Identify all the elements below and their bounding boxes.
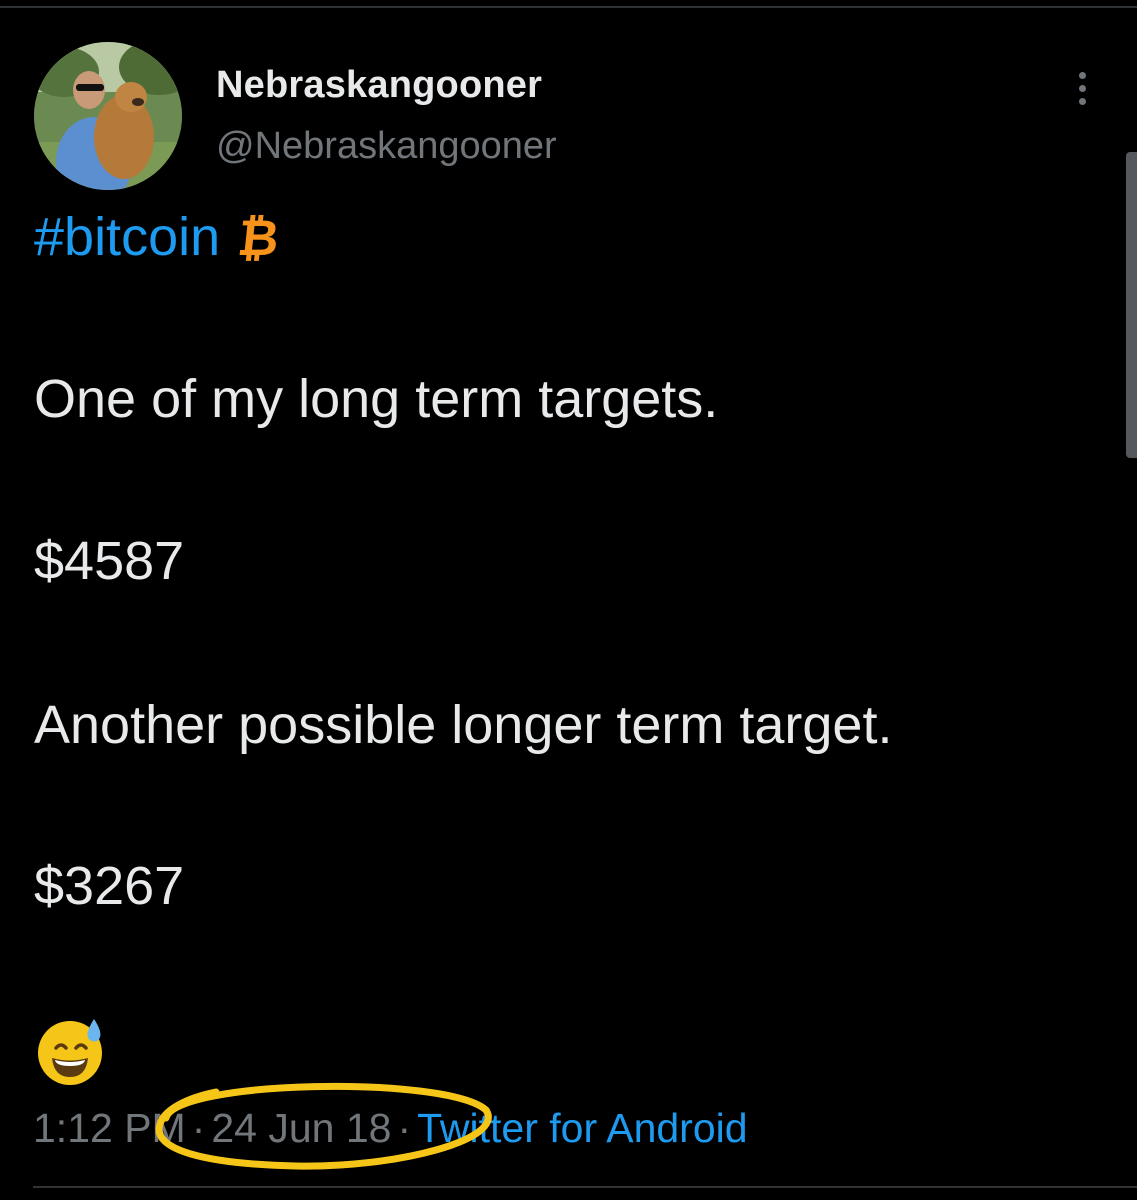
tweet-hashtag-line: #bitcoin ₿ (34, 206, 282, 268)
bitcoin-icon: ₿ (235, 210, 282, 266)
more-vertical-icon (1078, 71, 1086, 79)
author-display-name[interactable]: Nebraskangooner (216, 64, 542, 107)
tweet-text-line: $3267 (34, 856, 185, 916)
tweet-text-line: One of my long term targets. (34, 369, 719, 429)
more-vertical-icon-dot (1078, 84, 1086, 92)
avatar[interactable] (34, 42, 182, 190)
tweet-text-line: Another possible longer term target. (34, 695, 893, 755)
author-handle[interactable]: @Nebraskangooner (216, 125, 557, 168)
separator: · (191, 1105, 206, 1151)
tweet-date[interactable]: 24 Jun 18 (211, 1105, 391, 1151)
more-vertical-icon-dot (1078, 97, 1086, 105)
separator: · (397, 1105, 412, 1151)
tweet-text-line: $4587 (34, 531, 185, 591)
tweet-source[interactable]: Twitter for Android (417, 1105, 747, 1151)
tweet-metadata: 1:12 PM · 24 Jun 18 · Twitter for Android (33, 1105, 748, 1152)
more-options-button[interactable] (1060, 66, 1104, 110)
tweet-time[interactable]: 1:12 PM (33, 1105, 186, 1151)
grinning-face-with-sweat-icon (36, 1015, 108, 1087)
top-divider (0, 6, 1137, 8)
hashtag-link[interactable]: #bitcoin (34, 207, 220, 267)
scrollbar[interactable] (1126, 152, 1137, 458)
avatar-image (34, 42, 182, 190)
bottom-divider (33, 1186, 1137, 1188)
